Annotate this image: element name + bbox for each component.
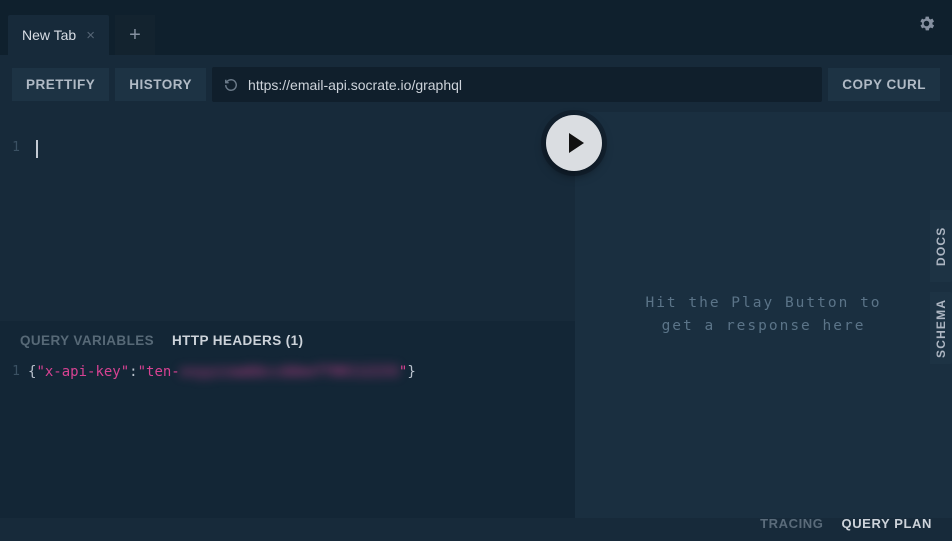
tab-query-variables[interactable]: QUERY VARIABLES [20, 333, 154, 348]
line-number: 1 [12, 364, 20, 379]
header-val-prefix: "ten- [138, 364, 180, 380]
gear-icon [917, 14, 936, 33]
http-headers-editor[interactable]: 1 {"x-api-key":"ten-xxyyzzaabbccddeeff00… [0, 358, 575, 518]
settings-button[interactable] [917, 14, 936, 33]
reload-icon[interactable] [224, 78, 238, 92]
docs-tab[interactable]: DOCS [930, 210, 952, 282]
brace-close: } [407, 364, 415, 380]
play-button[interactable] [546, 115, 602, 171]
tab-query-plan[interactable]: QUERY PLAN [841, 516, 932, 531]
plus-icon: + [129, 24, 141, 47]
prettify-button[interactable]: PRETTIFY [12, 68, 109, 101]
tab-label: New Tab [22, 27, 76, 43]
caret-icon [36, 140, 38, 158]
add-tab-button[interactable]: + [115, 15, 155, 55]
colon: : [129, 364, 137, 380]
response-pane: Hit the Play Button to get a response he… [575, 112, 952, 518]
editor-gutter: 1 [0, 140, 28, 321]
header-key: "x-api-key" [36, 364, 129, 380]
toolbar: PRETTIFY HISTORY COPY CURL [0, 55, 952, 112]
query-editor[interactable]: 1 [0, 112, 575, 321]
editor-bottom-tabs: QUERY VARIABLES HTTP HEADERS (1) [0, 321, 575, 358]
tab-tracing[interactable]: TRACING [760, 516, 823, 531]
play-icon [569, 133, 584, 153]
history-button[interactable]: HISTORY [115, 68, 206, 101]
headers-code: {"x-api-key":"ten-xxyyzzaabbccddeeff0011… [28, 364, 416, 518]
left-pane: 1 QUERY VARIABLES HTTP HEADERS (1) 1 {"x… [0, 112, 575, 518]
tab-active[interactable]: New Tab × [8, 15, 109, 55]
close-icon[interactable]: × [86, 28, 95, 43]
url-box[interactable] [212, 67, 822, 102]
footer-tabs: TRACING QUERY PLAN [740, 505, 952, 541]
tab-bar: New Tab × + [0, 0, 952, 55]
header-val-redacted: xxyyzzaabbccddeeff00112233 [180, 364, 399, 380]
placeholder-line: Hit the Play Button to [645, 292, 881, 315]
tab-http-headers[interactable]: HTTP HEADERS (1) [172, 333, 303, 348]
schema-tab[interactable]: SCHEMA [930, 292, 952, 364]
placeholder-line: get a response here [645, 315, 881, 338]
response-placeholder: Hit the Play Button to get a response he… [645, 292, 881, 338]
endpoint-url-input[interactable] [248, 77, 810, 93]
line-number: 1 [12, 140, 20, 155]
headers-gutter: 1 [0, 364, 28, 518]
copy-curl-button[interactable]: COPY CURL [828, 68, 940, 101]
main-area: 1 QUERY VARIABLES HTTP HEADERS (1) 1 {"x… [0, 112, 952, 518]
